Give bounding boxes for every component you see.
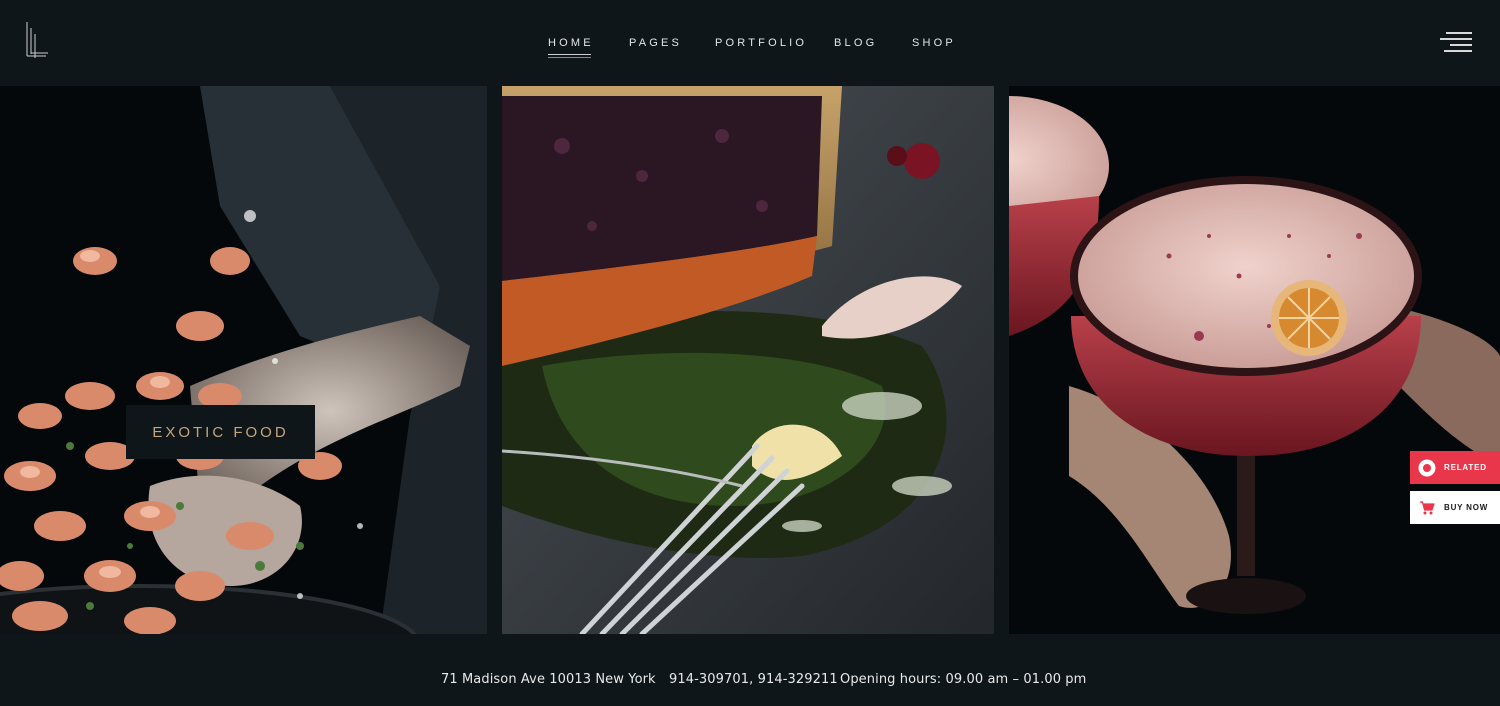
site-footer: 71 Madison Ave 10013 New York 914-309701…: [0, 634, 1500, 706]
buy-now-button[interactable]: BUY NOW: [1410, 491, 1500, 524]
nav-item-pages[interactable]: PAGES: [629, 37, 682, 49]
exotic-food-caption[interactable]: EXOTIC FOOD: [126, 405, 315, 459]
nav-item-home[interactable]: HOME: [548, 37, 594, 55]
nav-item-blog[interactable]: BLOG: [834, 37, 877, 49]
cocktail-photo[interactable]: [1009, 86, 1500, 634]
related-button[interactable]: RELATED: [1410, 451, 1500, 484]
footer-hours: Opening hours: 09.00 am – 01.00 pm: [840, 672, 1087, 687]
circle-dot-icon: [1418, 459, 1436, 477]
nav-item-shop[interactable]: SHOP: [912, 37, 956, 49]
hamburger-menu-icon[interactable]: [1440, 30, 1472, 54]
cart-icon: [1418, 499, 1436, 517]
related-label: RELATED: [1444, 463, 1487, 472]
nav-item-portfolio[interactable]: PORTFOLIO: [715, 37, 807, 49]
pie-photo[interactable]: [502, 86, 994, 634]
footer-phones[interactable]: 914-309701, 914-329211: [669, 672, 838, 687]
buy-now-label: BUY NOW: [1444, 503, 1489, 512]
site-header: HOME PAGES PORTFOLIO BLOG SHOP: [0, 0, 1500, 86]
footer-address: 71 Madison Ave 10013 New York: [441, 672, 656, 687]
main-nav: HOME PAGES PORTFOLIO BLOG SHOP: [0, 0, 1500, 86]
shrimp-photo[interactable]: EXOTIC FOOD: [0, 86, 487, 634]
